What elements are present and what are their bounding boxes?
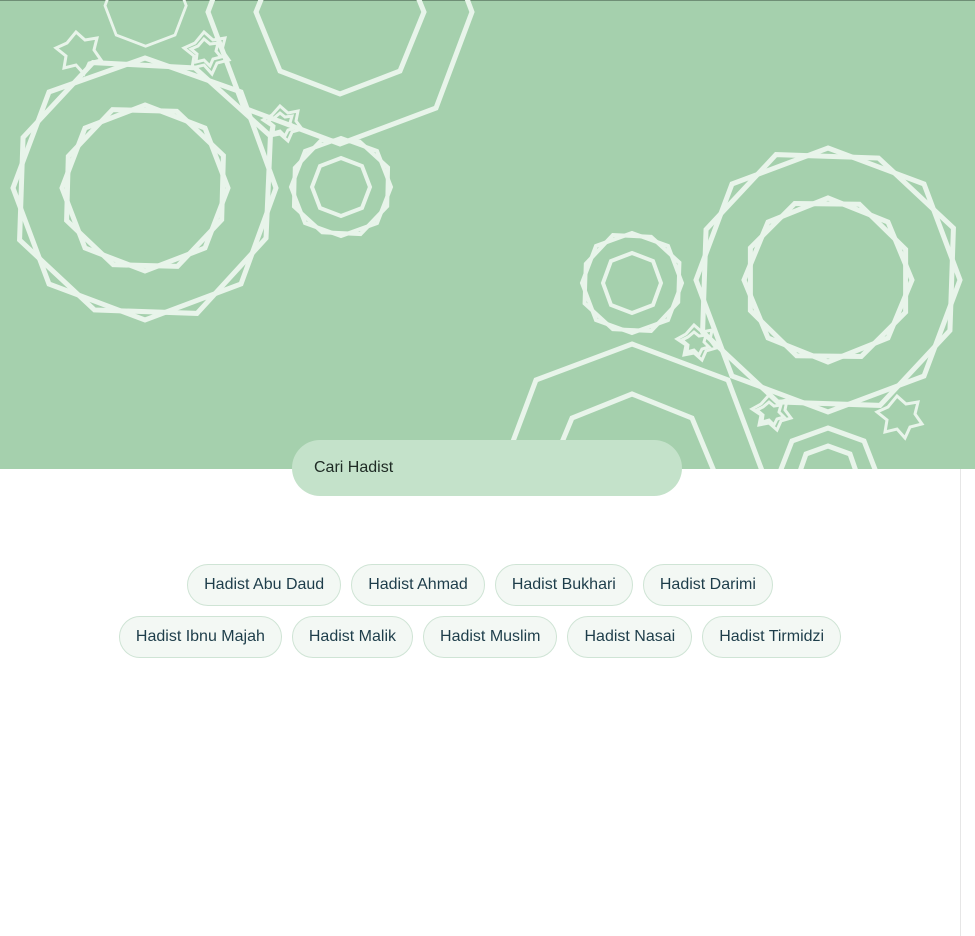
hadith-collection-row-2: Hadist Ibnu Majah Hadist Malik Hadist Mu…	[0, 616, 960, 658]
vertical-scrollbar[interactable]	[960, 469, 975, 936]
page: Hadist Abu Daud Hadist Ahmad Hadist Bukh…	[0, 0, 975, 936]
chip-hadist-ahmad[interactable]: Hadist Ahmad	[351, 564, 485, 606]
chip-hadist-ibnu-majah[interactable]: Hadist Ibnu Majah	[118, 616, 282, 658]
chip-hadist-nasai[interactable]: Hadist Nasai	[567, 616, 693, 658]
chip-hadist-darimi[interactable]: Hadist Darimi	[642, 564, 773, 606]
search-bar[interactable]	[292, 440, 682, 496]
chip-hadist-muslim[interactable]: Hadist Muslim	[423, 616, 558, 658]
chip-hadist-tirmidzi[interactable]: Hadist Tirmidzi	[702, 616, 842, 658]
chip-hadist-malik[interactable]: Hadist Malik	[291, 616, 414, 658]
chip-hadist-abu-daud[interactable]: Hadist Abu Daud	[187, 564, 342, 606]
hadith-collection-row-1: Hadist Abu Daud Hadist Ahmad Hadist Bukh…	[0, 564, 960, 606]
search-input[interactable]	[312, 458, 662, 478]
chip-hadist-bukhari[interactable]: Hadist Bukhari	[494, 564, 633, 606]
islamic-star-ornament-icon	[10, 0, 963, 469]
hadith-collection-list: Hadist Abu Daud Hadist Ahmad Hadist Bukh…	[0, 564, 960, 668]
